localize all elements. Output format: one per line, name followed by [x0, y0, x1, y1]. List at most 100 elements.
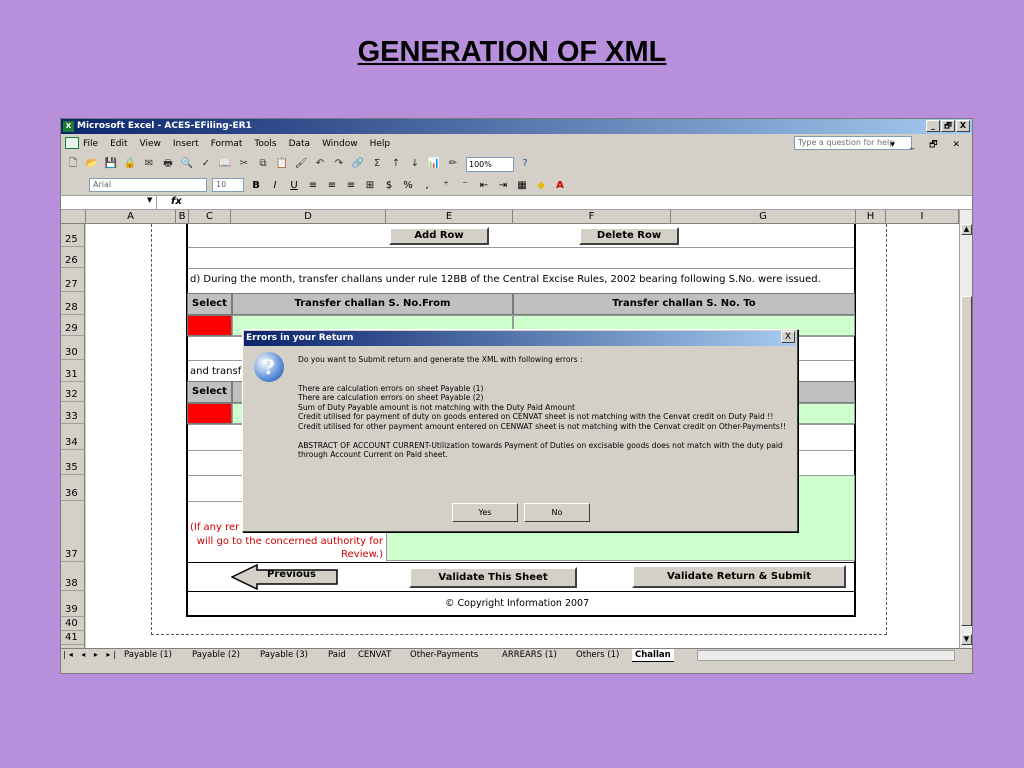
save-icon[interactable]: 💾	[103, 156, 119, 172]
tab-payable-1[interactable]: Payable (1)	[124, 649, 172, 662]
validate-sheet-button[interactable]: Validate This Sheet	[409, 567, 577, 588]
comma-style-icon[interactable]: ,	[420, 180, 434, 191]
row-header[interactable]: 31	[61, 360, 85, 382]
dialog-title[interactable]: Errors in your Return	[244, 331, 796, 346]
tab-arrears-1[interactable]: ARREARS (1)	[502, 649, 557, 662]
autosum-icon[interactable]: Σ	[369, 156, 385, 172]
doc-window-controls[interactable]: ▾ _ 🗗 ✕	[890, 137, 966, 153]
tab-scroll-icons[interactable]: |◂ ◂ ▸ ▸|	[63, 650, 119, 659]
row-header[interactable]: 40	[61, 617, 85, 631]
menu-insert[interactable]: Insert	[173, 139, 199, 149]
underline-button[interactable]: U	[287, 180, 301, 191]
increase-decimal-icon[interactable]: ⁺	[439, 180, 453, 191]
decrease-decimal-icon[interactable]: ⁻	[458, 180, 472, 191]
increase-indent-icon[interactable]: ⇥	[496, 180, 510, 191]
font-name-select[interactable]: Arial	[89, 178, 207, 192]
row-header[interactable]: 39	[61, 591, 85, 617]
row-header[interactable]: 36	[61, 475, 85, 501]
column-header-a[interactable]: A	[86, 210, 176, 224]
dialog-close-button[interactable]: X	[781, 331, 795, 343]
row-header[interactable]: 34	[61, 424, 85, 450]
row-header[interactable]: 27	[61, 268, 85, 292]
align-right-icon[interactable]: ≡	[344, 180, 358, 191]
scroll-thumb[interactable]	[961, 296, 972, 626]
bold-button[interactable]: B	[249, 180, 263, 191]
row-header[interactable]: 25	[61, 224, 85, 247]
tab-cenvat[interactable]: CENVAT	[358, 649, 391, 662]
column-header-f[interactable]: F	[513, 210, 671, 224]
percent-button[interactable]: %	[401, 180, 415, 191]
redo-icon[interactable]: ↷	[331, 156, 347, 172]
copy-icon[interactable]: ⧉	[255, 156, 271, 172]
font-color-icon[interactable]: A	[553, 180, 567, 191]
drawing-icon[interactable]: ✏	[445, 156, 461, 172]
email-icon[interactable]: ✉	[141, 156, 157, 172]
row-header[interactable]: 28	[61, 292, 85, 315]
window-titlebar[interactable]: X Microsoft Excel - ACES-EFiling-ER1 _ 🗗…	[61, 119, 972, 134]
menu-window[interactable]: Window	[322, 139, 358, 149]
align-left-icon[interactable]: ≡	[306, 180, 320, 191]
help-icon[interactable]: ?	[517, 156, 533, 172]
row-header[interactable]: 33	[61, 402, 85, 424]
row-header[interactable]: 41	[61, 631, 85, 645]
italic-button[interactable]: I	[268, 180, 282, 191]
previous-button[interactable]: Previous	[267, 569, 316, 580]
close-button[interactable]: X	[956, 120, 970, 132]
delete-row-button[interactable]: Delete Row	[579, 227, 679, 245]
menu-edit[interactable]: Edit	[110, 139, 127, 149]
column-header-h[interactable]: H	[856, 210, 886, 224]
no-button[interactable]: No	[524, 503, 590, 522]
font-size-select[interactable]: 10	[212, 178, 244, 192]
restore-button[interactable]: 🗗	[941, 120, 955, 132]
vertical-scrollbar[interactable]: ▲ ▼	[959, 210, 972, 648]
sort-descending-icon[interactable]: ↓	[407, 156, 423, 172]
validate-submit-button[interactable]: Validate Return & Submit	[632, 565, 846, 588]
chart-wizard-icon[interactable]: 📊	[426, 156, 442, 172]
name-box[interactable]: ▼	[61, 196, 157, 209]
column-header-i[interactable]: I	[886, 210, 959, 224]
print-preview-icon[interactable]: 🔍	[179, 156, 195, 172]
merge-center-icon[interactable]: ⊞	[363, 180, 377, 191]
column-header-e[interactable]: E	[386, 210, 513, 224]
column-header-g[interactable]: G	[671, 210, 856, 224]
align-center-icon[interactable]: ≡	[325, 180, 339, 191]
cut-icon[interactable]: ✂	[236, 156, 252, 172]
spelling-icon[interactable]: ✓	[198, 156, 214, 172]
research-icon[interactable]: 📖	[217, 156, 233, 172]
row-header[interactable]: 32	[61, 382, 85, 402]
tab-other-payments[interactable]: Other-Payments	[410, 649, 478, 662]
menu-view[interactable]: View	[140, 139, 161, 149]
paste-icon[interactable]: 📋	[274, 156, 290, 172]
select-cell-1[interactable]	[187, 315, 232, 336]
menu-file[interactable]: File	[83, 139, 98, 149]
horizontal-scrollbar[interactable]	[697, 650, 955, 661]
currency-button[interactable]: $	[382, 180, 396, 191]
name-box-dropdown-icon[interactable]: ▼	[147, 196, 152, 204]
row-header[interactable]: 35	[61, 450, 85, 475]
menu-format[interactable]: Format	[211, 139, 243, 149]
tab-paid[interactable]: Paid	[328, 649, 346, 662]
decrease-indent-icon[interactable]: ⇤	[477, 180, 491, 191]
fx-icon[interactable]: fx	[171, 196, 182, 207]
tab-others-1[interactable]: Others (1)	[576, 649, 619, 662]
column-header-d[interactable]: D	[231, 210, 386, 224]
row-header[interactable]: 29	[61, 315, 85, 336]
sort-ascending-icon[interactable]: ↑	[388, 156, 404, 172]
zoom-select[interactable]: 100%	[466, 156, 514, 172]
menu-tools[interactable]: Tools	[254, 139, 276, 149]
row-header[interactable]: 38	[61, 562, 85, 591]
column-header-b[interactable]: B	[176, 210, 189, 224]
menu-data[interactable]: Data	[289, 139, 311, 149]
format-painter-icon[interactable]: 🖌	[293, 156, 309, 172]
select-cell-2[interactable]	[187, 403, 232, 424]
menu-help[interactable]: Help	[370, 139, 391, 149]
row-header[interactable]: 37	[61, 501, 85, 562]
permission-icon[interactable]: 🔒	[122, 156, 138, 172]
minimize-button[interactable]: _	[926, 120, 940, 132]
tab-challan[interactable]: Challan	[632, 649, 674, 662]
column-header-c[interactable]: C	[189, 210, 231, 224]
hyperlink-icon[interactable]: 🔗	[350, 156, 366, 172]
workbook-icon[interactable]	[65, 137, 79, 149]
undo-icon[interactable]: ↶	[312, 156, 328, 172]
open-icon[interactable]: 📂	[84, 156, 100, 172]
